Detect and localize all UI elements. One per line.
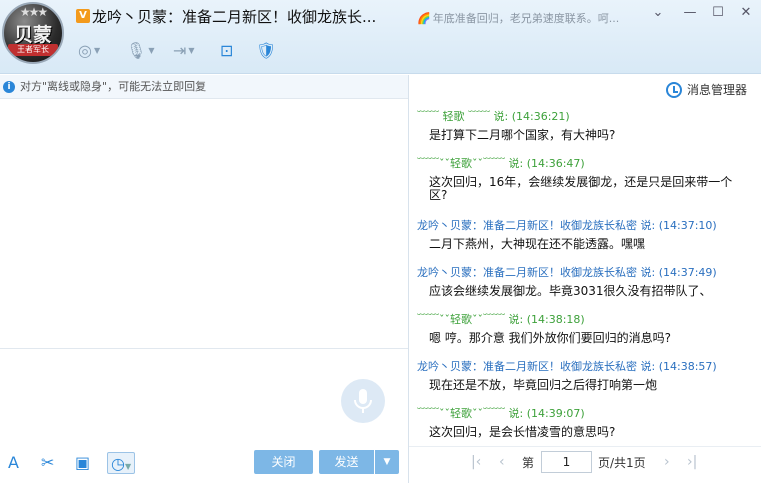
- font-button[interactable]: A: [8, 452, 19, 474]
- message-header: ﹋﹋ˇˇ轻歌ˇˇ﹋﹋ 说: (14:36:47): [417, 155, 747, 171]
- message-item: ﹋﹋ˇˇ轻歌ˇˇ﹋﹋ 说: (14:38:18) 嗯 哼。那介意 我们外放你们要…: [417, 311, 747, 345]
- last-page-button[interactable]: ›|: [687, 454, 697, 470]
- message-manager-label: 消息管理器: [687, 83, 748, 97]
- says-label: 说:: [640, 219, 656, 232]
- voice-call-button[interactable]: 🎙 ▼: [126, 40, 154, 62]
- image-icon: ▣: [75, 453, 91, 472]
- menu-button[interactable]: ⌄: [648, 4, 668, 22]
- message-manager-link[interactable]: 消息管理器: [666, 81, 747, 98]
- close-button[interactable]: 关闭: [254, 450, 313, 474]
- message-time: (14:37:49): [658, 266, 717, 279]
- voice-input-button[interactable]: [341, 379, 385, 423]
- screenshot-button[interactable]: ✂: [41, 452, 54, 474]
- chevron-down-icon: ▼: [188, 46, 195, 55]
- avatar[interactable]: ★★★ 贝蒙 王者军长: [2, 2, 64, 64]
- message-header: ﹋﹋ˇˇ轻歌ˇˇ﹋﹋ 说: (14:39:07): [417, 405, 747, 421]
- message-header: ﹋﹋ 轻歌 ﹋﹋ 说: (14:36:21): [417, 108, 747, 124]
- send-file-button[interactable]: ⇥ ▼: [173, 40, 195, 62]
- message-time: (14:36:21): [511, 110, 570, 123]
- video-call-button[interactable]: ◎ ▼: [78, 40, 100, 62]
- prev-page-button[interactable]: ‹: [499, 454, 505, 470]
- message-item: ﹋﹋ˇˇ轻歌ˇˇ﹋﹋ 说: (14:39:07) 这次回归，是会长惜凌雪的意思吗…: [417, 405, 747, 439]
- message-text: 应该会继续发展御龙。毕竟3031很久没有招带队了、: [429, 284, 712, 298]
- show-area: [0, 99, 408, 348]
- message-header: 龙吟丶贝蒙：准备二月新区！收御龙族长私密 说: (14:38:57): [417, 358, 747, 374]
- screen-share-icon: ⊡: [220, 41, 234, 60]
- avatar-logo-text: 贝蒙: [13, 24, 52, 46]
- send-options-button[interactable]: ▼: [375, 450, 399, 474]
- message-item: ﹋﹋ˇˇ轻歌ˇˇ﹋﹋ 说: (14:36:47) 这次回归，16年，会继续发展御…: [417, 155, 747, 202]
- page-label-after: 页/共1页: [598, 456, 646, 470]
- message-item: 龙吟丶贝蒙：准备二月新区！收御龙族长私密 说: (14:37:10) 二月下燕州…: [417, 217, 747, 251]
- message-time: (14:38:18): [526, 313, 585, 326]
- sender-name[interactable]: ﹋﹋ˇˇ轻歌ˇˇ﹋﹋: [417, 157, 505, 170]
- avatar-stars: ★★★: [19, 5, 48, 19]
- maximize-button[interactable]: ☐: [708, 4, 728, 22]
- vip-badge-icon: V: [76, 9, 90, 23]
- microphone-icon: [354, 389, 372, 413]
- message-text: 是打算下二月哪个国家，有大神吗?: [429, 128, 616, 142]
- page-number-input[interactable]: 1: [541, 451, 592, 473]
- video-icon: ◎: [78, 41, 92, 60]
- says-label: 说:: [508, 157, 524, 170]
- sender-name[interactable]: ﹋﹋ 轻歌 ﹋﹋: [417, 110, 490, 123]
- avatar-rank-text: 王者军长: [8, 44, 58, 56]
- offline-notice-text: 对方"离线或隐身"，可能无法立即回复: [20, 80, 207, 93]
- message-time: (14:37:10): [658, 219, 717, 232]
- security-button[interactable]: 🛡: [256, 40, 276, 62]
- send-image-button[interactable]: ▣: [75, 452, 90, 474]
- file-transfer-icon: ⇥: [173, 41, 187, 60]
- chevron-down-icon: ▼: [124, 462, 132, 471]
- close-window-button[interactable]: ✕: [736, 4, 756, 22]
- page-label-before: 第: [522, 456, 535, 470]
- rainbow-icon: 🌈: [417, 12, 431, 25]
- message-header: 龙吟丶贝蒙：准备二月新区！收御龙族长私密 说: (14:37:10): [417, 217, 747, 233]
- message-text: 这次回归，16年，会继续发展御龙，还是只是回来带一个区?: [429, 175, 733, 202]
- message-text: 现在还是不放，毕竟回归之后得打响第一炮: [429, 378, 658, 392]
- shield-icon: 🛡: [256, 41, 277, 60]
- contact-signature: 🌈 年底准备回归，老兄弟速度联系。呵...: [417, 10, 619, 26]
- sender-name[interactable]: 龙吟丶贝蒙：准备二月新区！收御龙族长私密: [417, 360, 637, 373]
- send-button[interactable]: 发送: [319, 450, 374, 474]
- message-item: ﹋﹋ 轻歌 ﹋﹋ 说: (14:36:21) 是打算下二月哪个国家，有大神吗?: [417, 108, 747, 142]
- next-page-button[interactable]: ›: [664, 454, 670, 470]
- says-label: 说:: [508, 407, 524, 420]
- message-item: 龙吟丶贝蒙：准备二月新区！收御龙族长私密 说: (14:38:57) 现在还是不…: [417, 358, 747, 392]
- message-text: 嗯 哼。那介意 我们外放你们要回归的消息吗?: [429, 331, 671, 345]
- offline-notice: i 对方"离线或隐身"，可能无法立即回复: [0, 75, 408, 99]
- sender-name[interactable]: ﹋﹋ˇˇ轻歌ˇˇ﹋﹋: [417, 407, 505, 420]
- message-item: 龙吟丶贝蒙：准备二月新区！收御龙族长私密 说: (14:37:49) 应该会继续…: [417, 264, 747, 298]
- history-button[interactable]: ◷▼: [107, 452, 136, 474]
- remote-assist-button[interactable]: ⊡: [220, 40, 233, 62]
- chevron-down-icon: ▼: [148, 46, 155, 55]
- says-label: 说:: [493, 110, 509, 123]
- signature-text: 年底准备回归，老兄弟速度联系。呵...: [432, 12, 620, 25]
- message-time: (14:36:47): [526, 157, 585, 170]
- message-time: (14:38:57): [658, 360, 717, 373]
- message-header: ﹋﹋ˇˇ轻歌ˇˇ﹋﹋ 说: (14:38:18): [417, 311, 747, 327]
- message-header: 龙吟丶贝蒙：准备二月新区！收御龙族长私密 说: (14:37:49): [417, 264, 747, 280]
- minimize-button[interactable]: —: [680, 4, 700, 22]
- contact-title[interactable]: 龙吟丶贝蒙：准备二月新区！收御龙族长...: [92, 6, 376, 27]
- clock-icon: ◷: [111, 454, 125, 473]
- sender-name[interactable]: ﹋﹋ˇˇ轻歌ˇˇ﹋﹋: [417, 313, 505, 326]
- clock-icon: [666, 81, 682, 98]
- message-history[interactable]: ﹋﹋ 轻歌 ﹋﹋ 说: (14:36:21) 是打算下二月哪个国家，有大神吗? …: [409, 103, 761, 446]
- microphone-icon: 🎙: [126, 41, 147, 60]
- says-label: 说:: [640, 266, 656, 279]
- sender-name[interactable]: 龙吟丶贝蒙：准备二月新区！收御龙族长私密: [417, 266, 637, 279]
- chevron-down-icon: ▼: [93, 46, 101, 55]
- first-page-button[interactable]: |‹: [471, 454, 481, 470]
- message-time: (14:39:07): [526, 407, 585, 420]
- scissors-icon: ✂: [41, 453, 55, 472]
- info-icon: i: [3, 81, 15, 93]
- message-text: 这次回归，是会长惜凌雪的意思吗?: [429, 425, 616, 439]
- font-icon: A: [8, 453, 19, 472]
- says-label: 说:: [640, 360, 656, 373]
- sender-name[interactable]: 龙吟丶贝蒙：准备二月新区！收御龙族长私密: [417, 219, 637, 232]
- says-label: 说:: [508, 313, 524, 326]
- message-text: 二月下燕州，大神现在还不能透露。嘿嘿: [429, 237, 646, 251]
